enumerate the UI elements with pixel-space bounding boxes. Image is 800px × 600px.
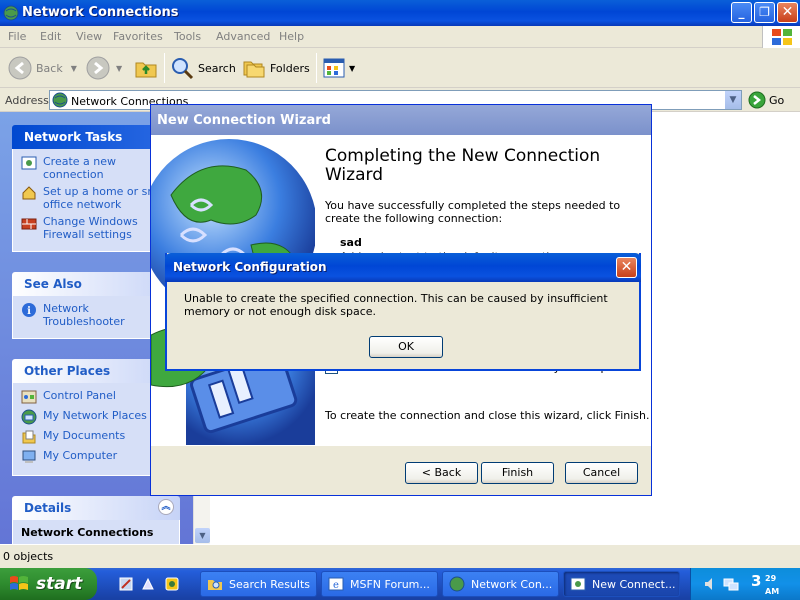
address-dropdown-button[interactable]: ▼ <box>724 91 741 109</box>
folders-icon <box>243 61 265 78</box>
views-button[interactable]: ▼ <box>323 54 355 82</box>
windows-logo-icon <box>762 26 800 48</box>
wizard-titlebar[interactable]: New Connection Wizard <box>151 105 651 135</box>
control-panel-icon <box>21 390 37 404</box>
forward-arrow-icon <box>86 56 110 80</box>
network-connections-icon <box>449 576 465 592</box>
maximize-button[interactable]: ❐ <box>754 2 775 23</box>
wizard-icon <box>570 577 586 591</box>
windows-logo-icon <box>10 576 28 590</box>
chevron-down-icon[interactable]: ▼ <box>349 64 355 73</box>
task-msfn-forum[interactable]: e MSFN Forum... <box>321 571 438 597</box>
connection-name: sad <box>340 236 362 249</box>
chevron-down-icon[interactable]: ▼ <box>71 64 77 73</box>
search-label: Search <box>198 61 236 75</box>
network-tray-icon[interactable] <box>723 576 739 592</box>
computer-icon <box>22 450 36 463</box>
clock-hour: 3 <box>751 572 762 590</box>
network-configuration-dialog: Network Configuration ✕ Unable to create… <box>165 253 641 371</box>
chevron-down-icon[interactable]: ▼ <box>116 64 122 73</box>
go-button[interactable]: Go <box>748 90 784 110</box>
task-search-results[interactable]: Search Results <box>200 571 317 597</box>
wizard-finish-text: To create the connection and close this … <box>325 409 650 422</box>
svg-text:e: e <box>333 580 339 591</box>
menu-tools[interactable]: Tools <box>174 30 201 43</box>
folders-button[interactable]: Folders <box>242 54 310 82</box>
menu-edit[interactable]: Edit <box>40 30 61 43</box>
search-icon <box>208 580 222 590</box>
back-label: Back <box>36 61 63 75</box>
dialog-titlebar[interactable]: Network Configuration ✕ <box>165 253 641 282</box>
firewall-icon <box>21 218 37 230</box>
menu-bar: File Edit View Favorites Tools Advanced … <box>0 26 800 48</box>
back-arrow-icon <box>8 56 32 80</box>
quicklaunch-app-icon[interactable] <box>164 576 180 592</box>
network-connections-icon <box>52 92 68 108</box>
clock[interactable]: 3 29 AM <box>751 572 779 596</box>
task-new-connection-wizard[interactable]: New Connect... <box>563 571 680 597</box>
views-icon <box>323 58 345 78</box>
cancel-button[interactable]: Cancel <box>565 462 638 484</box>
clock-minute: 29 <box>765 574 777 583</box>
folder-up-icon <box>135 62 157 78</box>
up-folder-button[interactable] <box>134 54 158 82</box>
search-button[interactable]: Search <box>170 54 236 82</box>
toolbar: Back ▼ ▼ Search Folders ▼ <box>0 48 800 88</box>
task-network-connections[interactable]: Network Con... <box>442 571 559 597</box>
wizard-heading: Completing the New Connection Wizard <box>325 146 601 185</box>
finish-button[interactable]: Finish <box>481 462 554 484</box>
home-network-icon <box>22 186 36 200</box>
dialog-title: Network Configuration <box>173 260 327 274</box>
volume-icon[interactable] <box>703 576 719 592</box>
dialog-close-button[interactable]: ✕ <box>616 257 637 278</box>
info-icon: i <box>22 303 36 317</box>
system-tray <box>690 568 800 600</box>
start-button[interactable]: start <box>0 568 97 600</box>
search-icon <box>172 58 194 80</box>
dialog-message: Unable to create the specified connectio… <box>184 292 608 318</box>
clock-ampm: AM <box>765 587 780 596</box>
status-bar: 0 objects <box>0 544 800 568</box>
window-title: Network Connections <box>22 5 179 20</box>
details-header[interactable]: Details ︽ <box>12 496 180 520</box>
back-button[interactable]: Back ▼ <box>8 54 77 82</box>
menu-file[interactable]: File <box>8 30 26 43</box>
menu-view[interactable]: View <box>76 30 102 43</box>
quicklaunch-app-icon[interactable] <box>140 576 156 592</box>
folders-label: Folders <box>270 61 310 75</box>
go-label: Go <box>769 93 785 107</box>
window-titlebar[interactable]: Network Connections _ ❐ ✕ <box>0 0 800 26</box>
forward-button[interactable]: ▼ <box>86 54 122 82</box>
menu-favorites[interactable]: Favorites <box>113 30 163 43</box>
status-text: 0 objects <box>3 550 54 563</box>
quicklaunch-app-icon[interactable] <box>118 576 134 592</box>
wizard-button-bar: < Back Finish Cancel <box>151 445 651 495</box>
details-panel: Details ︽ Network Connections <box>12 496 180 544</box>
browser-icon: e <box>328 577 344 591</box>
menu-advanced[interactable]: Advanced <box>216 30 270 43</box>
details-title: Network Connections <box>21 526 154 539</box>
ok-button[interactable]: OK <box>369 336 443 358</box>
scroll-down-icon[interactable]: ▼ <box>195 528 210 543</box>
start-label: start <box>36 574 83 594</box>
menu-help[interactable]: Help <box>279 30 304 43</box>
wizard-intro-text: You have successfully completed the step… <box>325 199 621 225</box>
documents-icon <box>22 430 36 444</box>
network-connections-icon <box>3 5 19 21</box>
minimize-button[interactable]: _ <box>731 2 752 23</box>
collapse-icon[interactable]: ︽ <box>158 499 174 515</box>
wizard-title: New Connection Wizard <box>157 113 331 128</box>
address-label: Address <box>5 94 49 107</box>
svg-text:i: i <box>27 306 31 317</box>
back-button[interactable]: < Back <box>405 462 478 484</box>
taskbar: start Search Results e MSFN Forum... Net… <box>0 568 800 600</box>
network-places-icon <box>21 409 37 425</box>
close-button[interactable]: ✕ <box>777 2 798 23</box>
go-arrow-icon <box>748 91 766 109</box>
new-connection-icon <box>21 156 37 170</box>
